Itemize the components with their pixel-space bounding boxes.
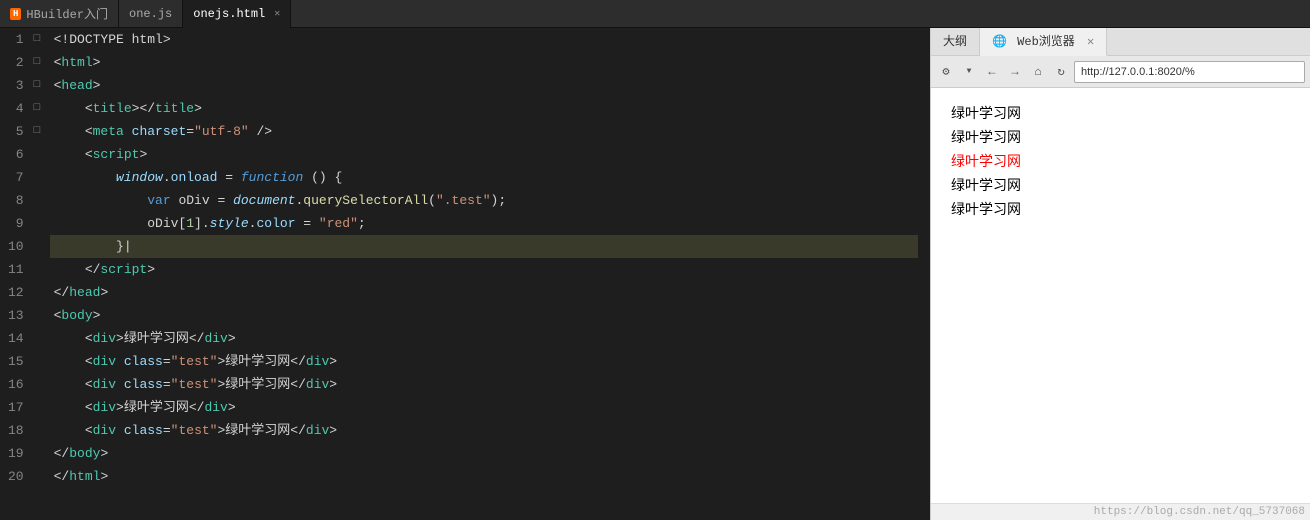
tab-onejs-html-label: onejs.html (193, 7, 265, 21)
chevron-down-icon: ▼ (967, 67, 972, 76)
code-line-14: <div>绿叶学习网</div> (50, 327, 918, 350)
browser-line-3: 绿叶学习网 (951, 151, 1290, 171)
code-line-10: }| (50, 235, 918, 258)
tab-web-browser[interactable]: 🌐 Web浏览器 ✕ (980, 28, 1107, 56)
back-button[interactable]: ← (982, 62, 1002, 82)
scrollbar[interactable] (918, 28, 930, 520)
tab-hbuilder-label: HBuilder入门 (26, 5, 108, 22)
code-line-1: <!DOCTYPE html> (50, 28, 918, 51)
code-line-2: <html> (50, 51, 918, 74)
watermark: https://blog.csdn.net/qq_5737068 (931, 503, 1310, 520)
code-line-17: <div>绿叶学习网</div> (50, 396, 918, 419)
code-line-4: <title></title> (50, 97, 918, 120)
refresh-button[interactable]: ↻ (1051, 62, 1071, 82)
code-line-15: <div class="test">绿叶学习网</div> (50, 350, 918, 373)
code-line-8: var oDiv = document.querySelectorAll(".t… (50, 189, 918, 212)
home-button[interactable]: ⌂ (1028, 62, 1048, 82)
code-line-19: </body> (50, 442, 918, 465)
browser-line-4: 绿叶学习网 (951, 175, 1290, 195)
browser-tab-close-icon[interactable]: ✕ (1087, 35, 1094, 49)
home-icon: ⌂ (1034, 65, 1041, 79)
code-line-20: </html> (50, 465, 918, 488)
code-line-5: <meta charset="utf-8" /> (50, 120, 918, 143)
code-container: 12345 678910 1112131415 1617181920 □ □ □… (0, 28, 930, 520)
code-line-9: oDiv[1].style.color = "red"; (50, 212, 918, 235)
tab-bar: H HBuilder入门 one.js onejs.html ✕ (0, 0, 1310, 28)
globe-icon: 🌐 (992, 35, 1007, 49)
hbuilder-logo: H (10, 8, 21, 20)
line-numbers: 12345 678910 1112131415 1617181920 (0, 28, 32, 520)
browser-toolbar: ⚙ ▼ ← → ⌂ ↻ (931, 56, 1310, 88)
tab-hbuilder[interactable]: H HBuilder入门 (0, 0, 119, 28)
code-line-7: window.onload = function () { (50, 166, 918, 189)
back-icon: ← (988, 65, 995, 79)
right-panel-tabs: 大纲 🌐 Web浏览器 ✕ (931, 28, 1310, 56)
fold-indicators: □ □ □ □ □ (32, 28, 50, 520)
tab-onejs-html[interactable]: onejs.html ✕ (183, 0, 291, 28)
address-bar[interactable] (1074, 61, 1305, 83)
tab-close-icon[interactable]: ✕ (274, 8, 280, 20)
code-line-6: <script> (50, 143, 918, 166)
tab-outline[interactable]: 大纲 (931, 28, 980, 56)
nav-dropdown-button[interactable]: ▼ (959, 62, 979, 82)
code-line-12: </head> (50, 281, 918, 304)
browser-content: 绿叶学习网 绿叶学习网 绿叶学习网 绿叶学习网 绿叶学习网 (931, 88, 1310, 503)
browser-line-2: 绿叶学习网 (951, 127, 1290, 147)
forward-icon: → (1011, 65, 1018, 79)
right-panel: 大纲 🌐 Web浏览器 ✕ ⚙ ▼ ← → ⌂ (930, 28, 1310, 520)
code-line-16: <div class="test">绿叶学习网</div> (50, 373, 918, 396)
code-line-13: <body> (50, 304, 918, 327)
editor-area: 12345 678910 1112131415 1617181920 □ □ □… (0, 28, 930, 520)
browser-line-1: 绿叶学习网 (951, 103, 1290, 123)
browser-line-5: 绿叶学习网 (951, 199, 1290, 219)
code-line-18: <div class="test">绿叶学习网</div> (50, 419, 918, 442)
code-lines[interactable]: <!DOCTYPE html> <html> <head> <title></t… (50, 28, 918, 520)
tab-outline-label: 大纲 (943, 35, 967, 49)
gear-icon: ⚙ (942, 64, 949, 79)
settings-button[interactable]: ⚙ (936, 62, 956, 82)
tab-onejs-label: one.js (129, 7, 172, 21)
code-line-11: </script> (50, 258, 918, 281)
tab-onejs[interactable]: one.js (119, 0, 183, 28)
forward-button[interactable]: → (1005, 62, 1025, 82)
main-area: 12345 678910 1112131415 1617181920 □ □ □… (0, 28, 1310, 520)
code-line-3: <head> (50, 74, 918, 97)
tab-browser-label: Web浏览器 (1017, 35, 1075, 49)
refresh-icon: ↻ (1057, 64, 1064, 79)
